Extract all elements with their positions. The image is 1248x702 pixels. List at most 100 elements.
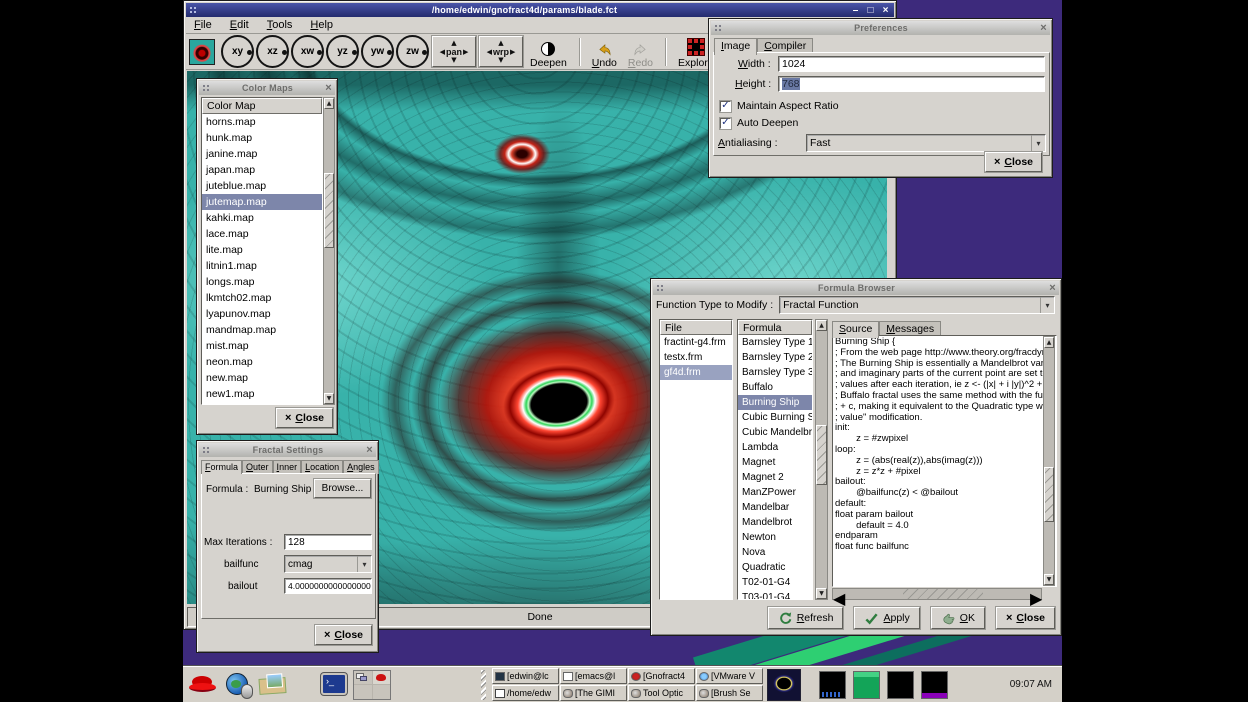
window-menu-grip-icon[interactable] bbox=[714, 24, 722, 32]
tab-outer[interactable]: Outer bbox=[242, 460, 273, 474]
formula-item[interactable]: Barnsley Type 3 bbox=[738, 365, 812, 380]
formula-item[interactable]: Barnsley Type 2 bbox=[738, 350, 812, 365]
scroll-down-icon[interactable]: ▼ bbox=[816, 588, 827, 599]
browse-button[interactable]: Browse... bbox=[314, 479, 371, 498]
color-map-column-header[interactable]: Color Map bbox=[202, 98, 322, 114]
terminal-launcher[interactable] bbox=[319, 670, 349, 700]
maintain-aspect-checkbox[interactable]: ✓ Maintain Aspect Ratio bbox=[720, 100, 839, 112]
color-map-item[interactable]: janine.map bbox=[202, 146, 322, 162]
formula-browser-titlebar[interactable]: Formula Browser × bbox=[653, 281, 1059, 295]
window-menu-grip-icon[interactable] bbox=[202, 446, 210, 454]
spin-right-icon[interactable]: ▶ bbox=[463, 47, 468, 57]
menu-item[interactable]: Edit bbox=[230, 19, 249, 31]
window-menu-grip-icon[interactable] bbox=[189, 6, 197, 14]
spin-down-icon[interactable]: ▼ bbox=[498, 57, 503, 64]
maximize-icon[interactable]: □ bbox=[864, 5, 877, 16]
workspace-3[interactable] bbox=[354, 685, 372, 699]
redo-button[interactable]: Redo bbox=[624, 35, 657, 69]
file-column-header[interactable]: File bbox=[660, 320, 732, 335]
menu-item[interactable]: Help bbox=[310, 19, 333, 31]
rotate-axis-button[interactable]: zw bbox=[396, 35, 429, 68]
color-map-item[interactable]: lkmtch02.map bbox=[202, 290, 322, 306]
formula-item[interactable]: Barnsley Type 1 bbox=[738, 335, 812, 350]
source-code-view[interactable]: Burning Ship {; From the web page http:/… bbox=[832, 335, 1057, 587]
formula-list-scrollbar[interactable]: ▲ ▼ bbox=[815, 319, 828, 600]
spin-down-icon[interactable]: ▼ bbox=[451, 57, 456, 64]
menu-item[interactable]: File bbox=[194, 19, 212, 31]
color-map-item[interactable]: neon.map bbox=[202, 354, 322, 370]
formula-item[interactable]: Newton bbox=[738, 530, 812, 545]
formula-item[interactable]: Cubic Mandelbrot bbox=[738, 425, 812, 440]
antialias-dropdown[interactable]: Fast ▾ bbox=[806, 134, 1046, 152]
spin-left-icon[interactable]: ◀ bbox=[487, 47, 492, 57]
deepen-button[interactable]: Deepen bbox=[526, 35, 571, 69]
menu-item[interactable]: Tools bbox=[267, 19, 293, 31]
task-button-gnofract[interactable]: [Gnofract4 bbox=[628, 668, 695, 684]
color-map-item[interactable]: new1.map bbox=[202, 386, 322, 402]
spin-left-icon[interactable]: ◀ bbox=[440, 47, 445, 57]
close-icon[interactable]: × bbox=[322, 82, 335, 94]
fractal-preview-applet[interactable] bbox=[767, 669, 801, 701]
close-icon[interactable]: × bbox=[1037, 22, 1050, 34]
formula-item[interactable]: ManZPower bbox=[738, 485, 812, 500]
mail-launcher[interactable] bbox=[258, 670, 288, 700]
color-map-item[interactable]: mandmap.map bbox=[202, 322, 322, 338]
task-button-gimp[interactable]: [The GIMI bbox=[560, 685, 627, 701]
workspace-1[interactable] bbox=[354, 671, 372, 685]
workspace-2[interactable] bbox=[373, 671, 391, 685]
color-map-item[interactable]: hunk.map bbox=[202, 130, 322, 146]
close-button[interactable]: × Close bbox=[985, 152, 1042, 172]
network-monitor-applet[interactable] bbox=[819, 671, 846, 699]
close-icon[interactable]: × bbox=[879, 5, 892, 16]
spin-right-icon[interactable]: ▶ bbox=[510, 47, 515, 57]
source-horizontal-scrollbar[interactable]: ◀ ▶ bbox=[832, 588, 1042, 600]
color-map-item[interactable]: mist.map bbox=[202, 338, 322, 354]
task-button-vmware[interactable]: [VMware V bbox=[696, 668, 763, 684]
ok-button[interactable]: OK bbox=[931, 607, 985, 629]
color-map-item[interactable]: lyapunov.map bbox=[202, 306, 322, 322]
formula-item[interactable]: Magnet 2 bbox=[738, 470, 812, 485]
scroll-up-icon[interactable]: ▲ bbox=[324, 98, 334, 109]
formula-item[interactable]: Magnet bbox=[738, 455, 812, 470]
tab-source[interactable]: Source bbox=[832, 321, 879, 338]
scroll-up-icon[interactable]: ▲ bbox=[1044, 337, 1054, 348]
color-map-item[interactable]: new.map bbox=[202, 370, 322, 386]
color-map-item[interactable]: kahki.map bbox=[202, 210, 322, 226]
auto-deepen-checkbox[interactable]: ✓ Auto Deepen bbox=[720, 117, 798, 129]
main-titlebar[interactable]: /home/edwin/gnofract4d/params/blade.fct … bbox=[186, 3, 894, 17]
formula-item[interactable]: T03-01-G4 bbox=[738, 590, 812, 600]
color-map-item[interactable]: lite.map bbox=[202, 242, 322, 258]
memory-monitor-applet[interactable] bbox=[853, 671, 880, 699]
formula-item[interactable]: Cubic Burning Ship bbox=[738, 410, 812, 425]
window-menu-grip-icon[interactable] bbox=[202, 84, 210, 92]
formula-item[interactable]: Nova bbox=[738, 545, 812, 560]
width-input[interactable]: 1024 bbox=[778, 56, 1045, 72]
close-button[interactable]: × Close bbox=[996, 607, 1055, 629]
swap-monitor-applet[interactable] bbox=[921, 671, 948, 699]
formula-item[interactable]: Lambda bbox=[738, 440, 812, 455]
preferences-titlebar[interactable]: Preferences × bbox=[711, 21, 1050, 35]
color-map-scrollbar[interactable]: ▲ ▼ bbox=[323, 97, 335, 405]
minimize-icon[interactable]: – bbox=[849, 5, 862, 16]
task-button-terminal[interactable]: [edwin@lc bbox=[492, 668, 559, 684]
source-vertical-scrollbar[interactable]: ▲ ▼ bbox=[1043, 336, 1055, 586]
refresh-button[interactable]: Refresh bbox=[768, 607, 844, 629]
formula-item[interactable]: Quadratic bbox=[738, 560, 812, 575]
task-button-tool-options[interactable]: Tool Optic bbox=[628, 685, 695, 701]
scrollbar-thumb[interactable] bbox=[1044, 467, 1054, 522]
color-map-item[interactable]: lace.map bbox=[202, 226, 322, 242]
color-map-item[interactable]: horns.map bbox=[202, 114, 322, 130]
formula-item[interactable]: Buffalo bbox=[738, 380, 812, 395]
scroll-right-icon[interactable]: ▶ bbox=[1030, 589, 1041, 599]
height-input[interactable]: 768 bbox=[778, 76, 1045, 92]
task-button-brush-selection[interactable]: [Brush Se bbox=[696, 685, 763, 701]
rotate-axis-button[interactable]: xy bbox=[221, 35, 254, 68]
color-map-item[interactable]: litnin1.map bbox=[202, 258, 322, 274]
color-map-item[interactable]: japan.map bbox=[202, 162, 322, 178]
close-button[interactable]: × Close bbox=[276, 408, 333, 428]
file-item[interactable]: fractint-g4.frm bbox=[660, 335, 732, 350]
bailout-input[interactable]: 4.0000000000000000 bbox=[284, 578, 372, 594]
color-map-item[interactable]: juteblue.map bbox=[202, 178, 322, 194]
cpu-monitor-applet[interactable] bbox=[887, 671, 914, 699]
color-map-item[interactable]: jutemap.map bbox=[202, 194, 322, 210]
